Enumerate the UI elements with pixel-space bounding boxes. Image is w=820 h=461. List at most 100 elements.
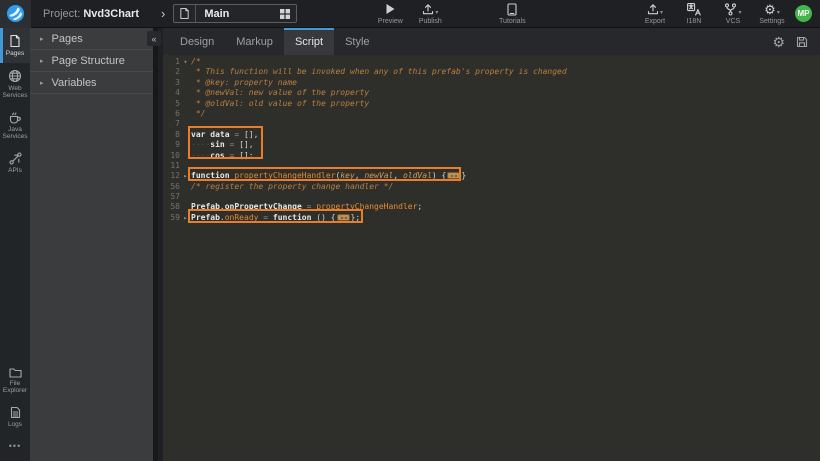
tab-script[interactable]: Script bbox=[284, 28, 334, 55]
topbar-tutorials: Tutorials bbox=[497, 3, 527, 25]
upload-icon bbox=[422, 3, 434, 15]
line-number: 58 bbox=[163, 202, 180, 212]
more-options-icon[interactable]: ••• bbox=[0, 433, 30, 457]
panel-section-pages[interactable]: ▸Pages bbox=[30, 28, 153, 50]
publish-button[interactable]: ▾ Publish bbox=[415, 3, 445, 25]
code-line: 5 * @oldVal: old value of the property bbox=[163, 99, 820, 109]
panel-section-label: Variables bbox=[52, 77, 97, 89]
rail-item-label: APIs bbox=[8, 167, 22, 175]
line-number: 6 bbox=[163, 109, 180, 119]
vcs-button[interactable]: ▾ VCS bbox=[718, 3, 748, 25]
fold-widget-icon[interactable]: ▾ bbox=[180, 57, 191, 67]
rail-item-pages[interactable]: Pages bbox=[0, 28, 30, 63]
panel-section-label: Page Structure bbox=[52, 55, 125, 67]
line-number: 4 bbox=[163, 88, 180, 98]
code-editor[interactable]: 1▾/*2 * This function will be invoked wh… bbox=[163, 55, 820, 461]
topbar-left-actions: Preview ▾ Publish bbox=[375, 3, 445, 25]
folder-icon bbox=[9, 367, 22, 378]
project-label: Project: bbox=[43, 8, 80, 20]
tab-style[interactable]: Style bbox=[334, 28, 380, 55]
grid-view-icon[interactable] bbox=[274, 9, 296, 19]
page-selector[interactable]: Main bbox=[173, 4, 297, 23]
code-line: 7 bbox=[163, 119, 820, 129]
code-line: 4 * @newVal: new value of the property bbox=[163, 88, 820, 98]
line-number: 2 bbox=[163, 67, 180, 77]
code-line: 56/* register the property change handle… bbox=[163, 182, 820, 192]
line-number: 1 bbox=[163, 57, 180, 67]
button-label: Preview bbox=[378, 18, 403, 25]
fold-widget-empty bbox=[180, 88, 191, 98]
wavemaker-logo[interactable] bbox=[0, 0, 31, 28]
tutorials-icon bbox=[507, 3, 517, 16]
folded-code-icon[interactable] bbox=[447, 172, 460, 179]
rail-item-java-services[interactable]: Java Services bbox=[0, 105, 30, 146]
api-icon bbox=[9, 152, 22, 165]
code-line: 1▾/* bbox=[163, 57, 820, 67]
line-number: 9 bbox=[163, 140, 180, 150]
save-button[interactable] bbox=[796, 36, 808, 48]
panel-section-page-structure[interactable]: ▸Page Structure bbox=[30, 50, 153, 72]
rail-item-label: Logs bbox=[8, 421, 22, 429]
tab-design[interactable]: Design bbox=[169, 28, 225, 55]
play-icon bbox=[385, 3, 396, 15]
fold-widget-icon[interactable]: ▸ bbox=[180, 171, 191, 181]
line-number: 10 bbox=[163, 151, 180, 161]
button-label: VCS bbox=[726, 18, 740, 25]
code-text: Prefab.onReady = function () {}; bbox=[191, 213, 360, 223]
user-avatar[interactable]: MP bbox=[795, 5, 812, 22]
wavemaker-logo-icon bbox=[6, 4, 25, 23]
tab-markup[interactable]: Markup bbox=[225, 28, 284, 55]
gear-icon: ⚙ bbox=[772, 35, 785, 49]
rail-item-web-services[interactable]: Web Services bbox=[0, 63, 30, 105]
caret-down-icon: ▾ bbox=[738, 9, 741, 16]
tutorials-button[interactable]: Tutorials bbox=[497, 3, 527, 25]
line-number: 11 bbox=[163, 161, 180, 171]
line-number: 3 bbox=[163, 78, 180, 88]
wavemaker-studio: Project: Nvd3Chart › Main Preview ▾ Publis… bbox=[0, 0, 820, 461]
top-bar: Project: Nvd3Chart › Main Preview ▾ Publis… bbox=[0, 0, 820, 28]
rail-item-logs[interactable]: Logs bbox=[0, 400, 30, 434]
fold-widget-empty bbox=[180, 161, 191, 171]
globe-icon bbox=[8, 69, 22, 83]
collapse-panel-button[interactable]: « bbox=[147, 31, 161, 46]
coffee-icon bbox=[8, 111, 22, 124]
i18n-icon bbox=[687, 3, 702, 16]
caret-down-icon: ▾ bbox=[435, 9, 438, 16]
editor-area: DesignMarkupScriptStyle ⚙ 1▾/*2 * This f… bbox=[163, 28, 820, 461]
breadcrumb-chevron-icon: › bbox=[161, 6, 165, 21]
code-line: 12▸function propertyChangeHandler(key, n… bbox=[163, 171, 820, 181]
caret-down-icon: ▾ bbox=[660, 9, 663, 16]
rail-item-apis[interactable]: APIs bbox=[0, 146, 30, 180]
fold-widget-icon[interactable]: ▸ bbox=[180, 213, 191, 223]
fold-widget-empty bbox=[180, 192, 191, 202]
code-text: * @oldVal: old value of the property bbox=[191, 99, 369, 109]
caret-down-icon: ▾ bbox=[777, 9, 780, 16]
code-line: 2 * This function will be invoked when a… bbox=[163, 67, 820, 77]
code-text: * @key: property name bbox=[191, 78, 297, 88]
logs-icon bbox=[10, 406, 21, 419]
script-settings-button[interactable]: ⚙ bbox=[772, 35, 785, 49]
panel-section-variables[interactable]: ▸Variables bbox=[30, 72, 153, 94]
code-text: ····cos = []; bbox=[191, 151, 254, 161]
export-button[interactable]: ▾Export bbox=[640, 3, 670, 25]
project-name: Nvd3Chart bbox=[83, 8, 139, 20]
rail-item-file-explorer[interactable]: File Explorer bbox=[0, 361, 30, 400]
code-line: 6 */ bbox=[163, 109, 820, 119]
topbar-right-actions: ▾Export I18N ▾ VCS ⚙▾Settings bbox=[640, 3, 787, 25]
button-label: Tutorials bbox=[499, 18, 526, 25]
i18n-button[interactable]: I18N bbox=[679, 3, 709, 25]
code-text: * @newVal: new value of the property bbox=[191, 88, 369, 98]
settings-button[interactable]: ⚙▾Settings bbox=[757, 3, 787, 25]
fold-widget-empty bbox=[180, 78, 191, 88]
code-line: 11 bbox=[163, 161, 820, 171]
rail-item-label: Java Services bbox=[3, 126, 28, 141]
preview-button[interactable]: Preview bbox=[375, 3, 405, 25]
page-selector-value: Main bbox=[196, 8, 274, 20]
code-text: /* bbox=[191, 57, 201, 67]
folded-code-icon[interactable] bbox=[337, 214, 350, 221]
page-file-icon bbox=[174, 5, 196, 22]
fold-widget-empty bbox=[180, 151, 191, 161]
button-label: Publish bbox=[419, 18, 442, 25]
line-number: 5 bbox=[163, 99, 180, 109]
code-text: Prefab.onPropertyChange = propertyChange… bbox=[191, 202, 422, 212]
